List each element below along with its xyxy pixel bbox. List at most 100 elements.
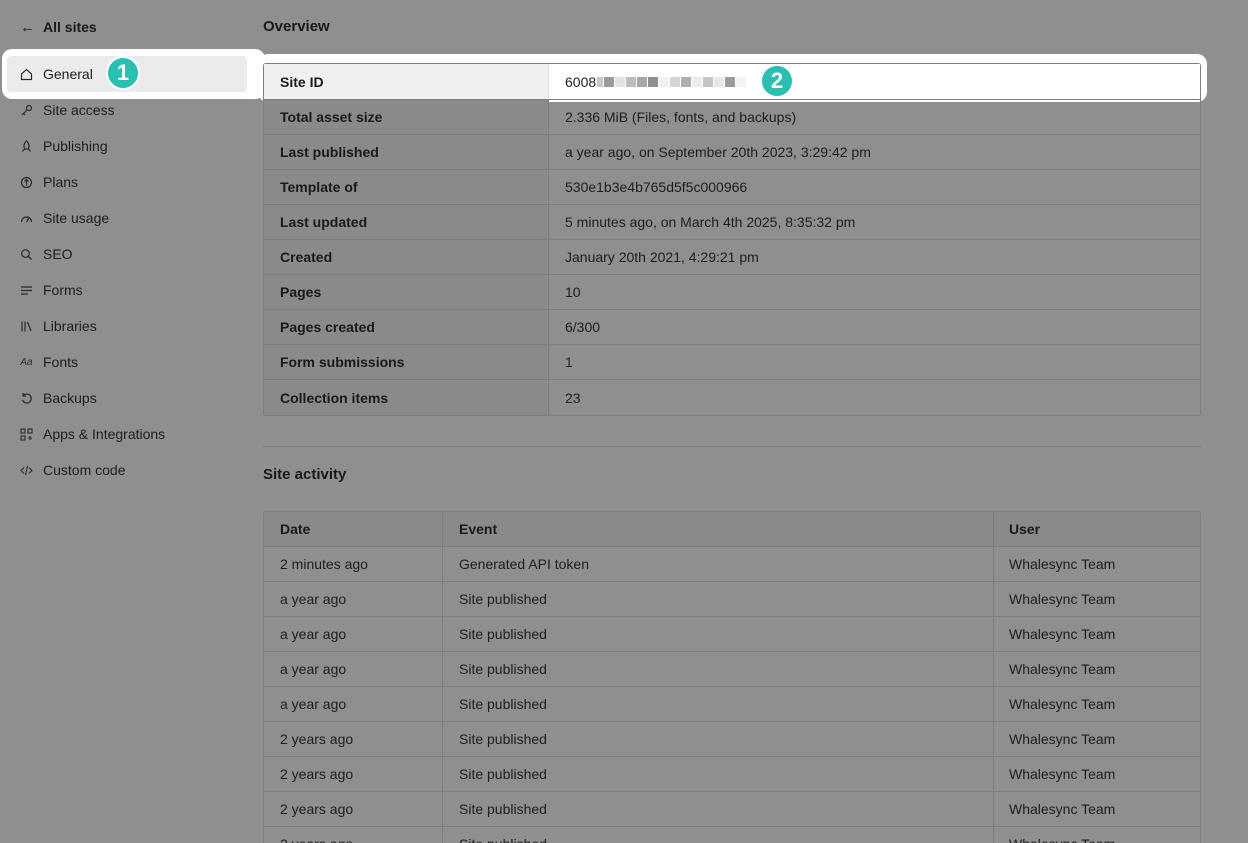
home-icon [20,68,33,81]
row-value: 10 [565,284,581,300]
cell-date: 2 years ago [264,757,443,791]
annotation-badge-2: 2 [760,64,794,98]
cell-date: 2 minutes ago [264,547,443,581]
gauge-icon [20,212,33,225]
cell-user: Whalesync Team [1009,766,1116,782]
libraries-icon [20,320,33,333]
site-id-prefix: 6008 [565,73,597,90]
sidebar-item-label: General [43,66,93,82]
row-key: Pages created [264,310,549,344]
column-header-date: Date [264,512,443,546]
sidebar-item-label: Site usage [43,210,110,226]
cell-user: Whalesync Team [1009,801,1116,817]
sidebar-item-custom-code[interactable]: Custom code [7,452,247,488]
sidebar-item-site-access[interactable]: Site access [7,92,247,128]
cell-event: Site published [443,827,994,843]
fonts-icon: Aa [20,356,33,368]
sidebar-item-plans[interactable]: Plans [7,164,247,200]
sidebar-item-label: Plans [43,174,79,190]
cell-event: Site published [443,792,994,826]
cell-event: Site published [443,617,994,651]
code-icon [20,464,33,477]
row-value: 6/300 [565,319,601,335]
cell-user: Whalesync Team [1009,696,1116,712]
sidebar-item-label: Publishing [43,138,108,154]
cell-date: a year ago [264,617,443,651]
cell-date: a year ago [264,687,443,721]
cell-date: 2 years ago [264,792,443,826]
sidebar-item-backups[interactable]: Backups [7,380,247,416]
cell-event: Site published [443,757,994,791]
table-row: 2 years ago Site published Whalesync Tea… [264,827,1200,843]
table-row: Last published a year ago, on September … [264,135,1200,170]
cell-date: 2 years ago [264,722,443,756]
row-key: Total asset size [264,100,549,134]
row-key: Pages [264,275,549,309]
sidebar-item-publishing[interactable]: Publishing [7,128,247,164]
annotation-badge-1: 1 [106,56,140,90]
cell-event: Site published [443,652,994,686]
cell-date: a year ago [264,652,443,686]
table-row: a year ago Site published Whalesync Team [264,617,1200,652]
cell-user: Whalesync Team [1009,591,1116,607]
row-key: Last published [264,135,549,169]
row-value: 2.336 MiB (Files, fonts, and backups) [565,109,797,125]
table-row: Site ID 6008 [264,64,1200,100]
cell-user: Whalesync Team [1009,661,1116,677]
plans-icon [20,176,33,189]
column-header-user: User [1009,521,1041,537]
row-value: a year ago, on September 20th 2023, 3:29… [565,144,871,160]
forms-icon [20,284,33,297]
cell-user: Whalesync Team [1009,731,1116,747]
table-row: Form submissions 1 [264,345,1200,380]
section-divider [263,446,1201,447]
row-key: Collection items [264,380,549,415]
table-row: Pages 10 [264,275,1200,310]
sidebar-item-label: Libraries [43,318,97,334]
table-row: a year ago Site published Whalesync Team [264,687,1200,722]
cell-event: Generated API token [443,547,994,581]
cell-user: Whalesync Team [994,827,1200,843]
backup-icon [20,392,33,405]
sidebar-item-site-usage[interactable]: Site usage [7,200,247,236]
overview-title: Overview [263,18,330,35]
rocket-icon [20,139,33,153]
search-icon [20,248,33,261]
row-value: 530e1b3e4b765d5f5c000966 [565,179,748,195]
cell-event: Site published [443,687,994,721]
sidebar-item-libraries[interactable]: Libraries [7,308,247,344]
table-row: Total asset size 2.336 MiB (Files, fonts… [264,100,1200,135]
redaction-pixels [596,76,747,87]
site-id-value: 6008 [549,64,1200,99]
row-key: Template of [264,170,549,204]
sidebar-item-label: Forms [43,282,83,298]
sidebar-nav: General Site access Publishing Plans Sit… [7,56,247,488]
all-sites-label: All sites [43,19,97,35]
table-row: Pages created 6/300 [264,310,1200,345]
sidebar-item-label: SEO [43,246,73,262]
cell-event: Site published [443,722,994,756]
row-value: January 20th 2021, 4:29:21 pm [565,249,759,265]
sidebar-item-seo[interactable]: SEO [7,236,247,272]
sidebar-item-label: Backups [43,390,97,406]
table-row: 2 years ago Site published Whalesync Tea… [264,792,1200,827]
apps-icon [20,427,33,441]
overview-table: Site ID 6008 Total asset size 2.336 MiB … [263,63,1201,416]
table-row: Created January 20th 2021, 4:29:21 pm [264,240,1200,275]
site-activity-title: Site activity [263,466,347,483]
table-row: 2 years ago Site published Whalesync Tea… [264,757,1200,792]
all-sites-link[interactable]: ← All sites [20,17,97,37]
row-value: 5 minutes ago, on March 4th 2025, 8:35:3… [565,214,856,230]
row-key: Site ID [264,64,549,99]
sidebar-item-label: Custom code [43,462,126,478]
row-value: 1 [565,354,573,370]
sidebar-item-fonts[interactable]: Aa Fonts [7,344,247,380]
row-key: Created [264,240,549,274]
sidebar-item-apps-integrations[interactable]: Apps & Integrations [7,416,247,452]
table-row: Collection items 23 [264,380,1200,415]
sidebar-item-label: Fonts [43,354,79,370]
sidebar-item-label: Site access [43,102,115,118]
row-key: Last updated [264,205,549,239]
cell-date: a year ago [264,582,443,616]
sidebar-item-forms[interactable]: Forms [7,272,247,308]
